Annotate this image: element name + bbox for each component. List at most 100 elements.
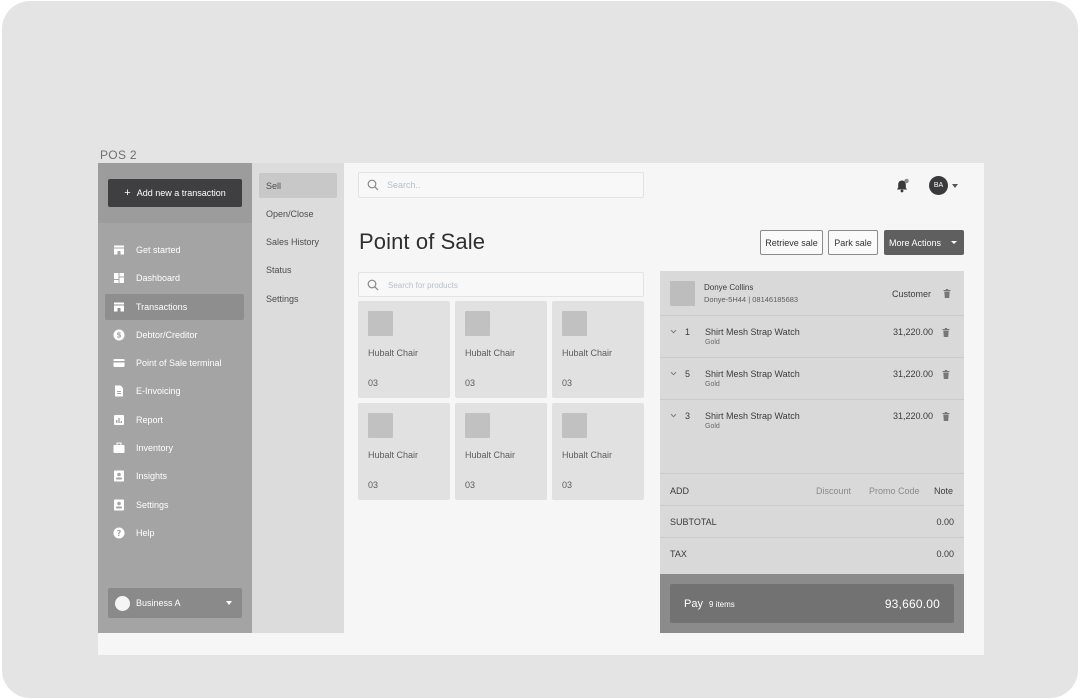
sidebar-item-dashboard[interactable]: Dashboard	[105, 265, 244, 291]
global-search-input[interactable]	[387, 180, 617, 190]
sidebar-item-label: Get started	[136, 245, 181, 255]
cart-add-row: ADD Discount Promo Code Note	[660, 473, 964, 506]
trash-icon[interactable]	[942, 328, 950, 337]
product-search-input[interactable]	[388, 279, 618, 290]
subnav-item-open-close[interactable]: Open/Close	[259, 201, 337, 226]
product-quantity: 03	[562, 378, 573, 388]
sidebar-item-debtor-creditor[interactable]: $ Debtor/Creditor	[105, 322, 244, 348]
subtotal-label: SUBTOTAL	[670, 517, 717, 527]
trash-icon[interactable]	[942, 370, 950, 379]
cart-customer: Donye Collins Donye-5H44 | 08146185683 C…	[660, 271, 964, 316]
business-selector[interactable]: Business A	[108, 588, 242, 618]
line-variant: Gold	[705, 339, 720, 346]
sidebar-item-pos-terminal[interactable]: Point of Sale terminal	[105, 350, 244, 376]
subtotal-row: SUBTOTAL 0.00	[660, 506, 964, 538]
line-quantity: 5	[685, 369, 691, 379]
subnav-item-sell[interactable]: Sell	[259, 173, 337, 198]
sidebar-item-help[interactable]: ? Help	[105, 520, 244, 546]
product-image	[465, 413, 490, 438]
note-link[interactable]: Note	[934, 486, 953, 496]
sidebar-item-settings[interactable]: Settings	[105, 492, 244, 518]
product-quantity: 03	[368, 480, 379, 490]
tax-value: 0.00	[936, 549, 954, 559]
pay-total: 93,660.00	[884, 597, 940, 611]
product-quantity: 03	[465, 480, 476, 490]
svg-text:$: $	[116, 330, 121, 339]
customer-type: Customer	[892, 289, 932, 299]
more-actions-button[interactable]: More Actions	[884, 230, 964, 255]
sidebar-item-label: Point of Sale terminal	[136, 358, 222, 369]
add-transaction-button[interactable]: + Add new a transaction	[108, 179, 242, 207]
sidebar: + Add new a transaction Get started Dash…	[98, 163, 252, 633]
sidebar-item-label: Transactions	[136, 301, 188, 312]
product-card[interactable]: Hubalt Chair 03	[455, 403, 547, 500]
line-product-name: Shirt Mesh Strap Watch	[705, 327, 800, 337]
product-quantity: 03	[562, 480, 573, 490]
product-name: Hubalt Chair	[562, 348, 613, 358]
retrieve-sale-button[interactable]: Retrieve sale	[760, 230, 823, 255]
svg-text:?: ?	[117, 529, 122, 538]
contact-icon	[113, 499, 125, 511]
bell-icon[interactable]	[894, 178, 910, 194]
search-icon	[367, 179, 379, 191]
product-name: Hubalt Chair	[465, 348, 516, 358]
chevron-down-icon[interactable]	[670, 370, 677, 377]
line-price: 31,220.00	[892, 411, 933, 421]
user-avatar[interactable]: BA	[929, 176, 948, 195]
add-transaction-label: Add new a transaction	[136, 188, 226, 198]
line-quantity: 3	[685, 411, 691, 421]
line-quantity: 1	[685, 327, 691, 337]
product-card[interactable]: Hubalt Chair 03	[455, 301, 547, 398]
product-card[interactable]: Hubalt Chair 03	[552, 403, 644, 500]
caret-down-icon	[951, 241, 957, 244]
customer-avatar	[670, 281, 695, 306]
sidebar-item-report[interactable]: Report	[105, 407, 244, 433]
subnav-item-status[interactable]: Status	[259, 258, 337, 283]
page-title: Point of Sale	[359, 229, 486, 254]
sidebar-item-label: Help	[136, 527, 155, 538]
product-name: Hubalt Chair	[562, 450, 613, 460]
caret-down-icon[interactable]	[952, 184, 958, 188]
pos-subnav: Sell Open/Close Sales History Status Set…	[252, 163, 344, 633]
product-card[interactable]: Hubalt Chair 03	[358, 403, 450, 500]
tax-label: TAX	[670, 549, 687, 559]
sidebar-item-transactions[interactable]: Transactions	[105, 293, 244, 320]
pos-app: + Add new a transaction Get started Dash…	[98, 163, 984, 655]
cart-line-item: 5 Shirt Mesh Strap Watch Gold 31,220.00	[660, 358, 964, 400]
discount-link[interactable]: Discount	[816, 486, 851, 496]
trash-icon[interactable]	[942, 412, 950, 421]
chevron-down-icon[interactable]	[670, 412, 677, 419]
promo-code-link[interactable]: Promo Code	[869, 486, 920, 496]
product-card[interactable]: Hubalt Chair 03	[358, 301, 450, 398]
sidebar-item-label: Insights	[136, 471, 168, 482]
sidebar-item-inventory[interactable]: Inventory	[105, 435, 244, 461]
park-sale-button[interactable]: Park sale	[828, 230, 878, 255]
dollar-icon: $	[113, 329, 125, 341]
customer-name: Donye Collins	[704, 283, 754, 292]
main-content: BA Point of Sale Retrieve sale Park sale…	[344, 163, 984, 655]
line-product-name: Shirt Mesh Strap Watch	[705, 411, 800, 421]
product-card[interactable]: Hubalt Chair 03	[552, 301, 644, 398]
pay-button[interactable]: Pay 9 items 93,660.00	[670, 584, 954, 623]
subnav-item-settings[interactable]: Settings	[259, 286, 337, 311]
product-grid: Hubalt Chair 03 Hubalt Chair 03 Hubalt C…	[358, 301, 646, 500]
sidebar-item-get-started[interactable]: Get started	[105, 237, 244, 263]
global-search	[358, 172, 644, 198]
line-variant: Gold	[705, 381, 720, 388]
store-icon	[113, 244, 125, 256]
contact-icon	[113, 470, 125, 482]
sidebar-item-insights[interactable]: Insights	[105, 463, 244, 489]
product-quantity: 03	[465, 378, 476, 388]
sidebar-item-label: Dashboard	[136, 273, 181, 284]
chevron-down-icon[interactable]	[670, 328, 677, 335]
sidebar-item-e-invoicing[interactable]: E-Invoicing	[105, 378, 244, 404]
trash-icon[interactable]	[943, 289, 951, 298]
product-search	[358, 272, 644, 297]
product-image	[562, 413, 587, 438]
subnav-item-sales-history[interactable]: Sales History	[259, 230, 337, 255]
sidebar-item-label: Inventory	[136, 443, 174, 454]
cart-line-item: 1 Shirt Mesh Strap Watch Gold 31,220.00	[660, 316, 964, 358]
customer-details: Donye-5H44 | 08146185683	[704, 295, 799, 304]
frame-label: POS 2	[100, 148, 137, 162]
pay-section: Pay 9 items 93,660.00	[660, 574, 964, 633]
